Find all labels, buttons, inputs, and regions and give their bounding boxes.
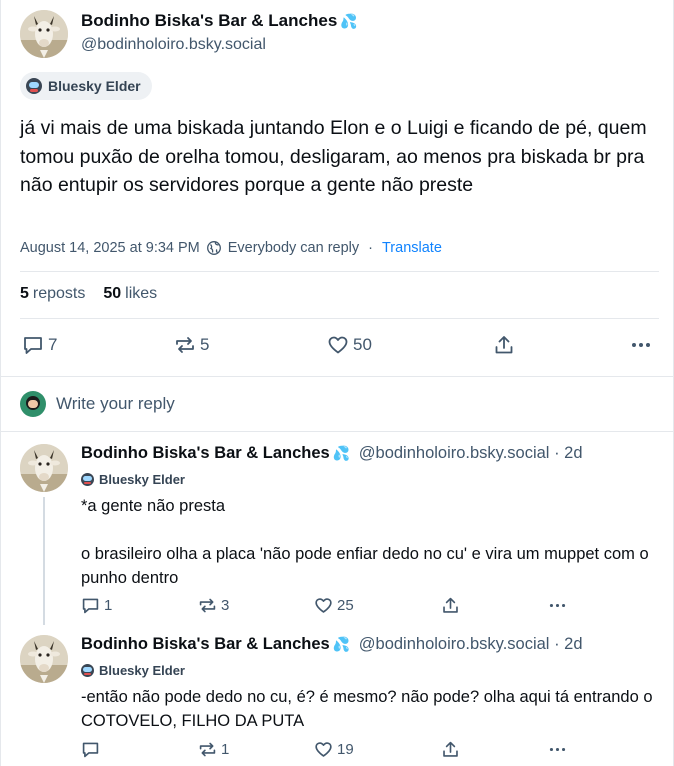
reply-count: 7 — [48, 335, 58, 354]
likes-stat[interactable]: 50 likes — [103, 285, 157, 303]
author-avatar[interactable] — [20, 10, 68, 58]
share-icon — [443, 741, 458, 757]
like-count: 50 — [353, 335, 372, 354]
translate-link[interactable]: Translate — [382, 240, 442, 256]
badge-label: Bluesky Elder — [99, 663, 185, 678]
like-count: 19 — [337, 741, 354, 758]
badge-avatar-icon — [81, 664, 94, 677]
reply-header: Bodinho Biska's Bar & Lanches 💦 @bodinhol… — [81, 635, 583, 654]
reply-text-line: o brasileiro olha a placa 'não pode enfi… — [81, 545, 649, 587]
current-user-avatar — [20, 391, 46, 417]
repost-count: 1 — [221, 741, 230, 758]
ellipsis-icon — [549, 747, 566, 752]
heart-icon — [328, 336, 348, 354]
repost-button[interactable]: 3 — [198, 596, 229, 615]
reply-author-avatar[interactable] — [20, 635, 68, 683]
badge-label: Bluesky Elder — [48, 78, 141, 94]
author-name-text[interactable]: Bodinho Biska's Bar & Lanches — [81, 11, 337, 30]
share-icon — [495, 336, 513, 354]
author-display-name[interactable]: Bodinho Biska's Bar & Lanches 💦 — [81, 11, 358, 31]
more-options-button[interactable] — [548, 596, 567, 615]
post-stats: 5 reposts 50 likes — [20, 285, 157, 303]
share-button[interactable] — [441, 596, 460, 615]
reply-setting[interactable]: Everybody can reply — [228, 240, 359, 256]
repost-arrows-icon — [199, 742, 216, 757]
badge-label: Bluesky Elder — [99, 472, 185, 487]
reposts-count: 5 — [20, 285, 29, 302]
reply-text: -então não pode dedo no cu, é? é mesmo? … — [81, 688, 653, 730]
speech-bubble-icon — [24, 337, 42, 354]
heart-icon — [315, 598, 332, 613]
reposts-stat[interactable]: 5 reposts — [20, 285, 85, 303]
reply-age[interactable]: · 2d — [554, 635, 582, 653]
divider — [20, 318, 659, 319]
repost-button[interactable]: 1 — [198, 740, 229, 759]
like-button[interactable]: 25 — [314, 596, 354, 615]
more-options-button[interactable] — [630, 334, 652, 356]
more-options-button[interactable] — [548, 740, 567, 759]
reply-author-name[interactable]: Bodinho Biska's Bar & Lanches — [81, 444, 330, 462]
divider — [20, 271, 659, 272]
reply-age[interactable]: · 2d — [554, 444, 582, 462]
droplets-emoji: 💦 — [340, 13, 358, 29]
like-count: 25 — [337, 597, 354, 614]
ellipsis-icon — [549, 603, 566, 608]
reply-author-handle[interactable]: @bodinholoiro.bsky.social — [359, 444, 550, 462]
post-text: já vi mais de uma biskada juntando Elon … — [20, 117, 647, 196]
reply-author-name[interactable]: Bodinho Biska's Bar & Lanches — [81, 635, 330, 653]
author-handle[interactable]: @bodinholoiro.bsky.social — [81, 36, 266, 54]
reply-composer[interactable]: Write your reply — [0, 376, 674, 432]
heart-icon — [315, 742, 332, 757]
speech-bubble-icon — [82, 742, 99, 758]
bluesky-elder-badge[interactable]: Bluesky Elder — [81, 472, 185, 487]
bluesky-elder-badge[interactable]: Bluesky Elder — [81, 663, 185, 678]
meta-separator: · — [368, 240, 373, 256]
reply-input-placeholder[interactable]: Write your reply — [56, 394, 175, 414]
badge-avatar-icon — [26, 78, 42, 94]
reply-button[interactable]: 7 — [22, 334, 57, 356]
post-timestamp[interactable]: August 14, 2025 at 9:34 PM — [20, 240, 200, 256]
reply-text-line: *a gente não presta — [81, 497, 226, 515]
likes-count: 50 — [103, 285, 122, 302]
reply-text-gap — [81, 518, 661, 542]
repost-arrows-icon — [199, 598, 216, 613]
repost-count: 3 — [221, 597, 230, 614]
reply-button[interactable] — [81, 740, 104, 759]
post-meta: August 14, 2025 at 9:34 PM Everybody can… — [20, 240, 442, 256]
speech-bubble-icon — [82, 598, 99, 614]
thread-line — [43, 497, 45, 625]
like-button[interactable]: 19 — [314, 740, 354, 759]
globe-icon — [206, 241, 221, 255]
badge-avatar-icon — [81, 473, 94, 486]
droplets-emoji: 💦 — [332, 636, 351, 652]
reply-header: Bodinho Biska's Bar & Lanches 💦 @bodinhol… — [81, 444, 583, 463]
ellipsis-icon — [632, 343, 650, 347]
reply-author-handle[interactable]: @bodinholoiro.bsky.social — [359, 635, 550, 653]
share-button[interactable] — [493, 334, 515, 356]
repost-button[interactable]: 5 — [174, 334, 209, 356]
reposts-label: reposts — [32, 285, 86, 302]
share-icon — [443, 597, 458, 613]
repost-arrows-icon — [176, 337, 194, 353]
reply-count: 1 — [104, 597, 113, 614]
reply-button[interactable]: 1 — [81, 596, 112, 615]
repost-count: 5 — [200, 335, 210, 354]
droplets-emoji: 💦 — [332, 445, 351, 461]
share-button[interactable] — [441, 740, 460, 759]
reply-text: *a gente não presta o brasileiro olha a … — [81, 494, 661, 590]
likes-label: likes — [125, 285, 158, 302]
like-button[interactable]: 50 — [327, 334, 372, 356]
bluesky-elder-badge[interactable]: Bluesky Elder — [20, 72, 152, 100]
reply-author-avatar[interactable] — [20, 444, 68, 492]
